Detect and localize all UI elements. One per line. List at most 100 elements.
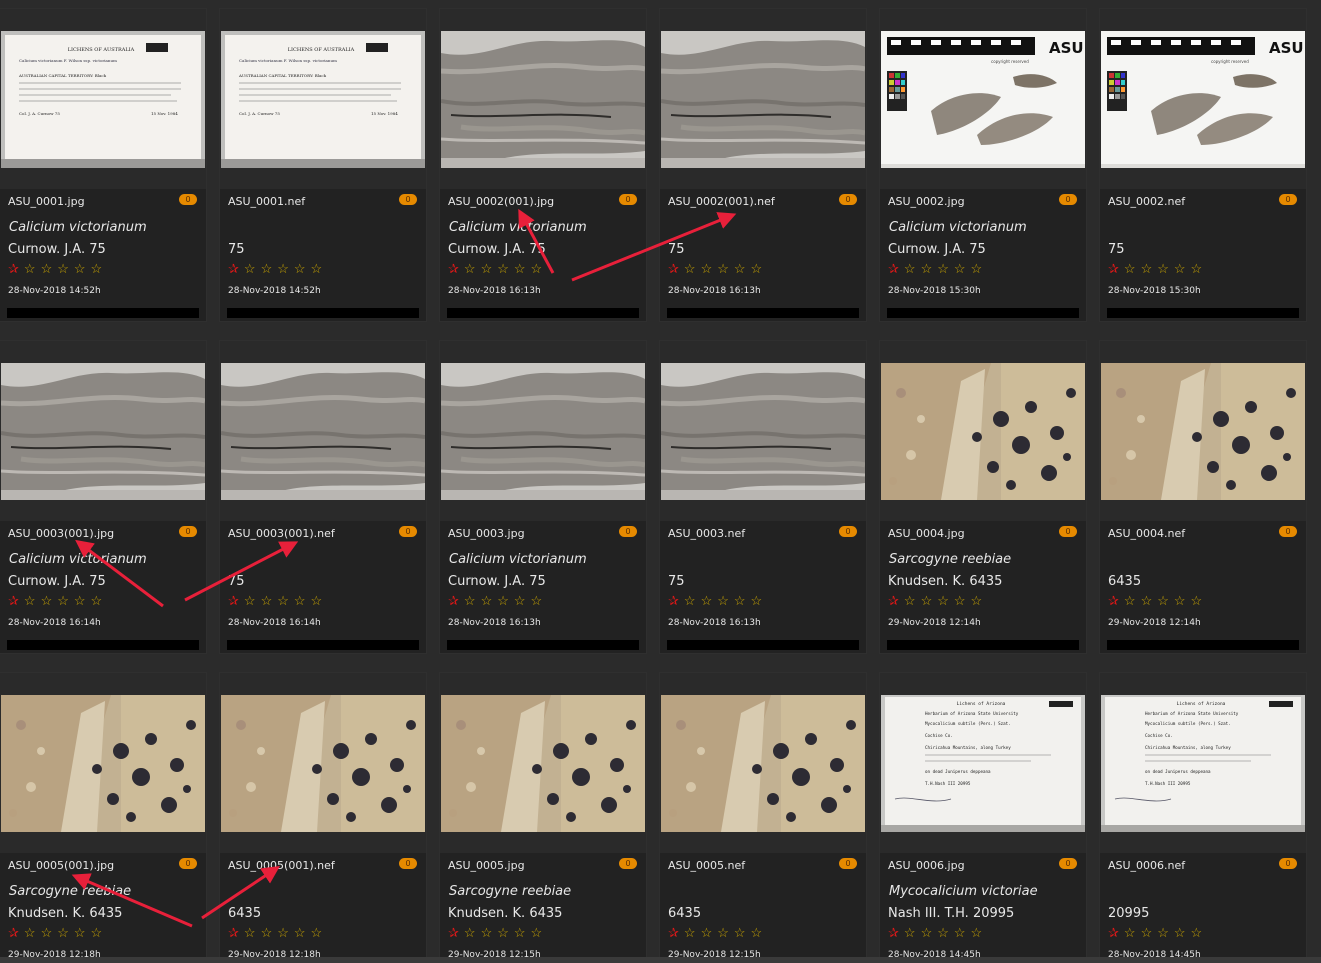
star-icon[interactable]: ☆ [311,262,323,276]
thumbnail-card[interactable]: Lichens of Arizona Herbarium of Arizona … [1100,673,1306,963]
thumbnail-card[interactable]: ASU_0003.nef 0 75 ✰ ☆ ☆ ☆ ☆ ☆ 28-Nov-2018 16:13h [660,341,866,653]
reject-icon[interactable]: ✰ [448,594,459,608]
star-icon[interactable]: ☆ [481,262,493,276]
star-icon[interactable]: ☆ [1141,262,1153,276]
star-icon[interactable]: ☆ [277,594,289,608]
star-icon[interactable]: ☆ [1124,926,1136,940]
color-label-badge[interactable]: 0 [619,526,637,537]
star-icon[interactable]: ☆ [1191,926,1203,940]
star-icon[interactable]: ☆ [971,594,983,608]
star-icon[interactable]: ☆ [1174,262,1186,276]
thumbnail-card[interactable]: ASU_0002(001).nef 0 75 ✰ ☆ ☆ ☆ ☆ ☆ 28-Nov-2018 16… [660,9,866,321]
color-label-badge[interactable]: 0 [399,194,417,205]
reject-icon[interactable]: ✰ [8,594,19,608]
star-icon[interactable]: ☆ [57,594,69,608]
star-icon[interactable]: ☆ [701,262,713,276]
star-icon[interactable]: ☆ [971,926,983,940]
rating-stars[interactable]: ✰ ☆ ☆ ☆ ☆ ☆ [8,594,102,608]
color-label-badge[interactable]: 0 [839,526,857,537]
star-icon[interactable]: ☆ [91,262,103,276]
star-icon[interactable]: ☆ [74,926,86,940]
star-icon[interactable]: ☆ [514,926,526,940]
thumbnail-card[interactable]: ASU_0005.jpg 0 Sarcogyne reebiae Knudsen. K… [440,673,646,963]
star-icon[interactable]: ☆ [91,926,103,940]
rating-stars[interactable]: ✰ ☆ ☆ ☆ ☆ ☆ [888,594,982,608]
star-icon[interactable]: ☆ [261,262,273,276]
reject-icon[interactable]: ✰ [448,926,459,940]
star-icon[interactable]: ☆ [41,262,53,276]
color-label-badge[interactable]: 0 [619,858,637,869]
star-icon[interactable]: ☆ [531,594,543,608]
color-label-badge[interactable]: 0 [1279,194,1297,205]
star-icon[interactable]: ☆ [701,594,713,608]
reject-icon[interactable]: ✰ [1108,262,1119,276]
rating-stars[interactable]: ✰ ☆ ☆ ☆ ☆ ☆ [8,262,102,276]
star-icon[interactable]: ☆ [734,262,746,276]
thumbnail-card[interactable]: LICHENS OF AUSTRALIA Calicium victorianu… [0,9,206,321]
rating-stars[interactable]: ✰ ☆ ☆ ☆ ☆ ☆ [228,594,322,608]
reject-icon[interactable]: ✰ [888,594,899,608]
star-icon[interactable]: ☆ [684,594,696,608]
thumbnail-card[interactable]: ASU copyright reserved ASU_0002.nef 0 75 ✰ ☆… [1100,9,1306,321]
thumbnail-image[interactable] [661,363,865,500]
star-icon[interactable]: ☆ [481,926,493,940]
color-label-badge[interactable]: 0 [399,526,417,537]
star-icon[interactable]: ☆ [514,594,526,608]
color-label-badge[interactable]: 0 [839,194,857,205]
star-icon[interactable]: ☆ [277,262,289,276]
star-icon[interactable]: ☆ [717,262,729,276]
star-icon[interactable]: ☆ [937,926,949,940]
thumbnail-image[interactable] [881,363,1085,500]
star-icon[interactable]: ☆ [954,926,966,940]
thumbnail-image[interactable] [1101,363,1305,500]
thumbnail-card[interactable]: ASU_0003(001).jpg 0 Calicium victorianum Cu… [0,341,206,653]
reject-icon[interactable]: ✰ [228,594,239,608]
star-icon[interactable]: ☆ [294,926,306,940]
star-icon[interactable]: ☆ [904,262,916,276]
color-label-badge[interactable]: 0 [1279,858,1297,869]
star-icon[interactable]: ☆ [1174,926,1186,940]
star-icon[interactable]: ☆ [734,926,746,940]
star-icon[interactable]: ☆ [497,926,509,940]
star-icon[interactable]: ☆ [717,594,729,608]
star-icon[interactable]: ☆ [954,262,966,276]
star-icon[interactable]: ☆ [937,262,949,276]
star-icon[interactable]: ☆ [311,926,323,940]
rating-stars[interactable]: ✰ ☆ ☆ ☆ ☆ ☆ [448,262,542,276]
rating-stars[interactable]: ✰ ☆ ☆ ☆ ☆ ☆ [1108,926,1202,940]
thumbnail-card[interactable]: ASU_0005(001).nef 0 6435 ✰ ☆ ☆ ☆ ☆ ☆ 29-Nov-2018 … [220,673,426,963]
star-icon[interactable]: ☆ [261,926,273,940]
thumbnail-image[interactable] [1,695,205,832]
rating-stars[interactable]: ✰ ☆ ☆ ☆ ☆ ☆ [668,926,762,940]
star-icon[interactable]: ☆ [244,594,256,608]
color-label-badge[interactable]: 0 [839,858,857,869]
star-icon[interactable]: ☆ [74,262,86,276]
thumbnail-image[interactable]: ASU copyright reserved [1101,31,1305,168]
star-icon[interactable]: ☆ [751,594,763,608]
thumbnail-image[interactable] [441,695,645,832]
reject-icon[interactable]: ✰ [228,926,239,940]
rating-stars[interactable]: ✰ ☆ ☆ ☆ ☆ ☆ [8,926,102,940]
rating-stars[interactable]: ✰ ☆ ☆ ☆ ☆ ☆ [1108,262,1202,276]
star-icon[interactable]: ☆ [244,262,256,276]
star-icon[interactable]: ☆ [954,594,966,608]
star-icon[interactable]: ☆ [684,926,696,940]
star-icon[interactable]: ☆ [24,262,36,276]
reject-icon[interactable]: ✰ [8,262,19,276]
reject-icon[interactable]: ✰ [448,262,459,276]
star-icon[interactable]: ☆ [464,926,476,940]
reject-icon[interactable]: ✰ [8,926,19,940]
thumbnail-card[interactable]: ASU_0002(001).jpg 0 Calicium victorianum Cu… [440,9,646,321]
thumbnail-card[interactable]: Lichens of Arizona Herbarium of Arizona … [880,673,1086,963]
star-icon[interactable]: ☆ [91,594,103,608]
star-icon[interactable]: ☆ [24,594,36,608]
thumbnail-image[interactable] [661,31,865,168]
star-icon[interactable]: ☆ [717,926,729,940]
star-icon[interactable]: ☆ [1191,594,1203,608]
reject-icon[interactable]: ✰ [668,594,679,608]
rating-stars[interactable]: ✰ ☆ ☆ ☆ ☆ ☆ [448,926,542,940]
star-icon[interactable]: ☆ [904,594,916,608]
star-icon[interactable]: ☆ [684,262,696,276]
star-icon[interactable]: ☆ [937,594,949,608]
thumbnail-image[interactable] [1,363,205,500]
